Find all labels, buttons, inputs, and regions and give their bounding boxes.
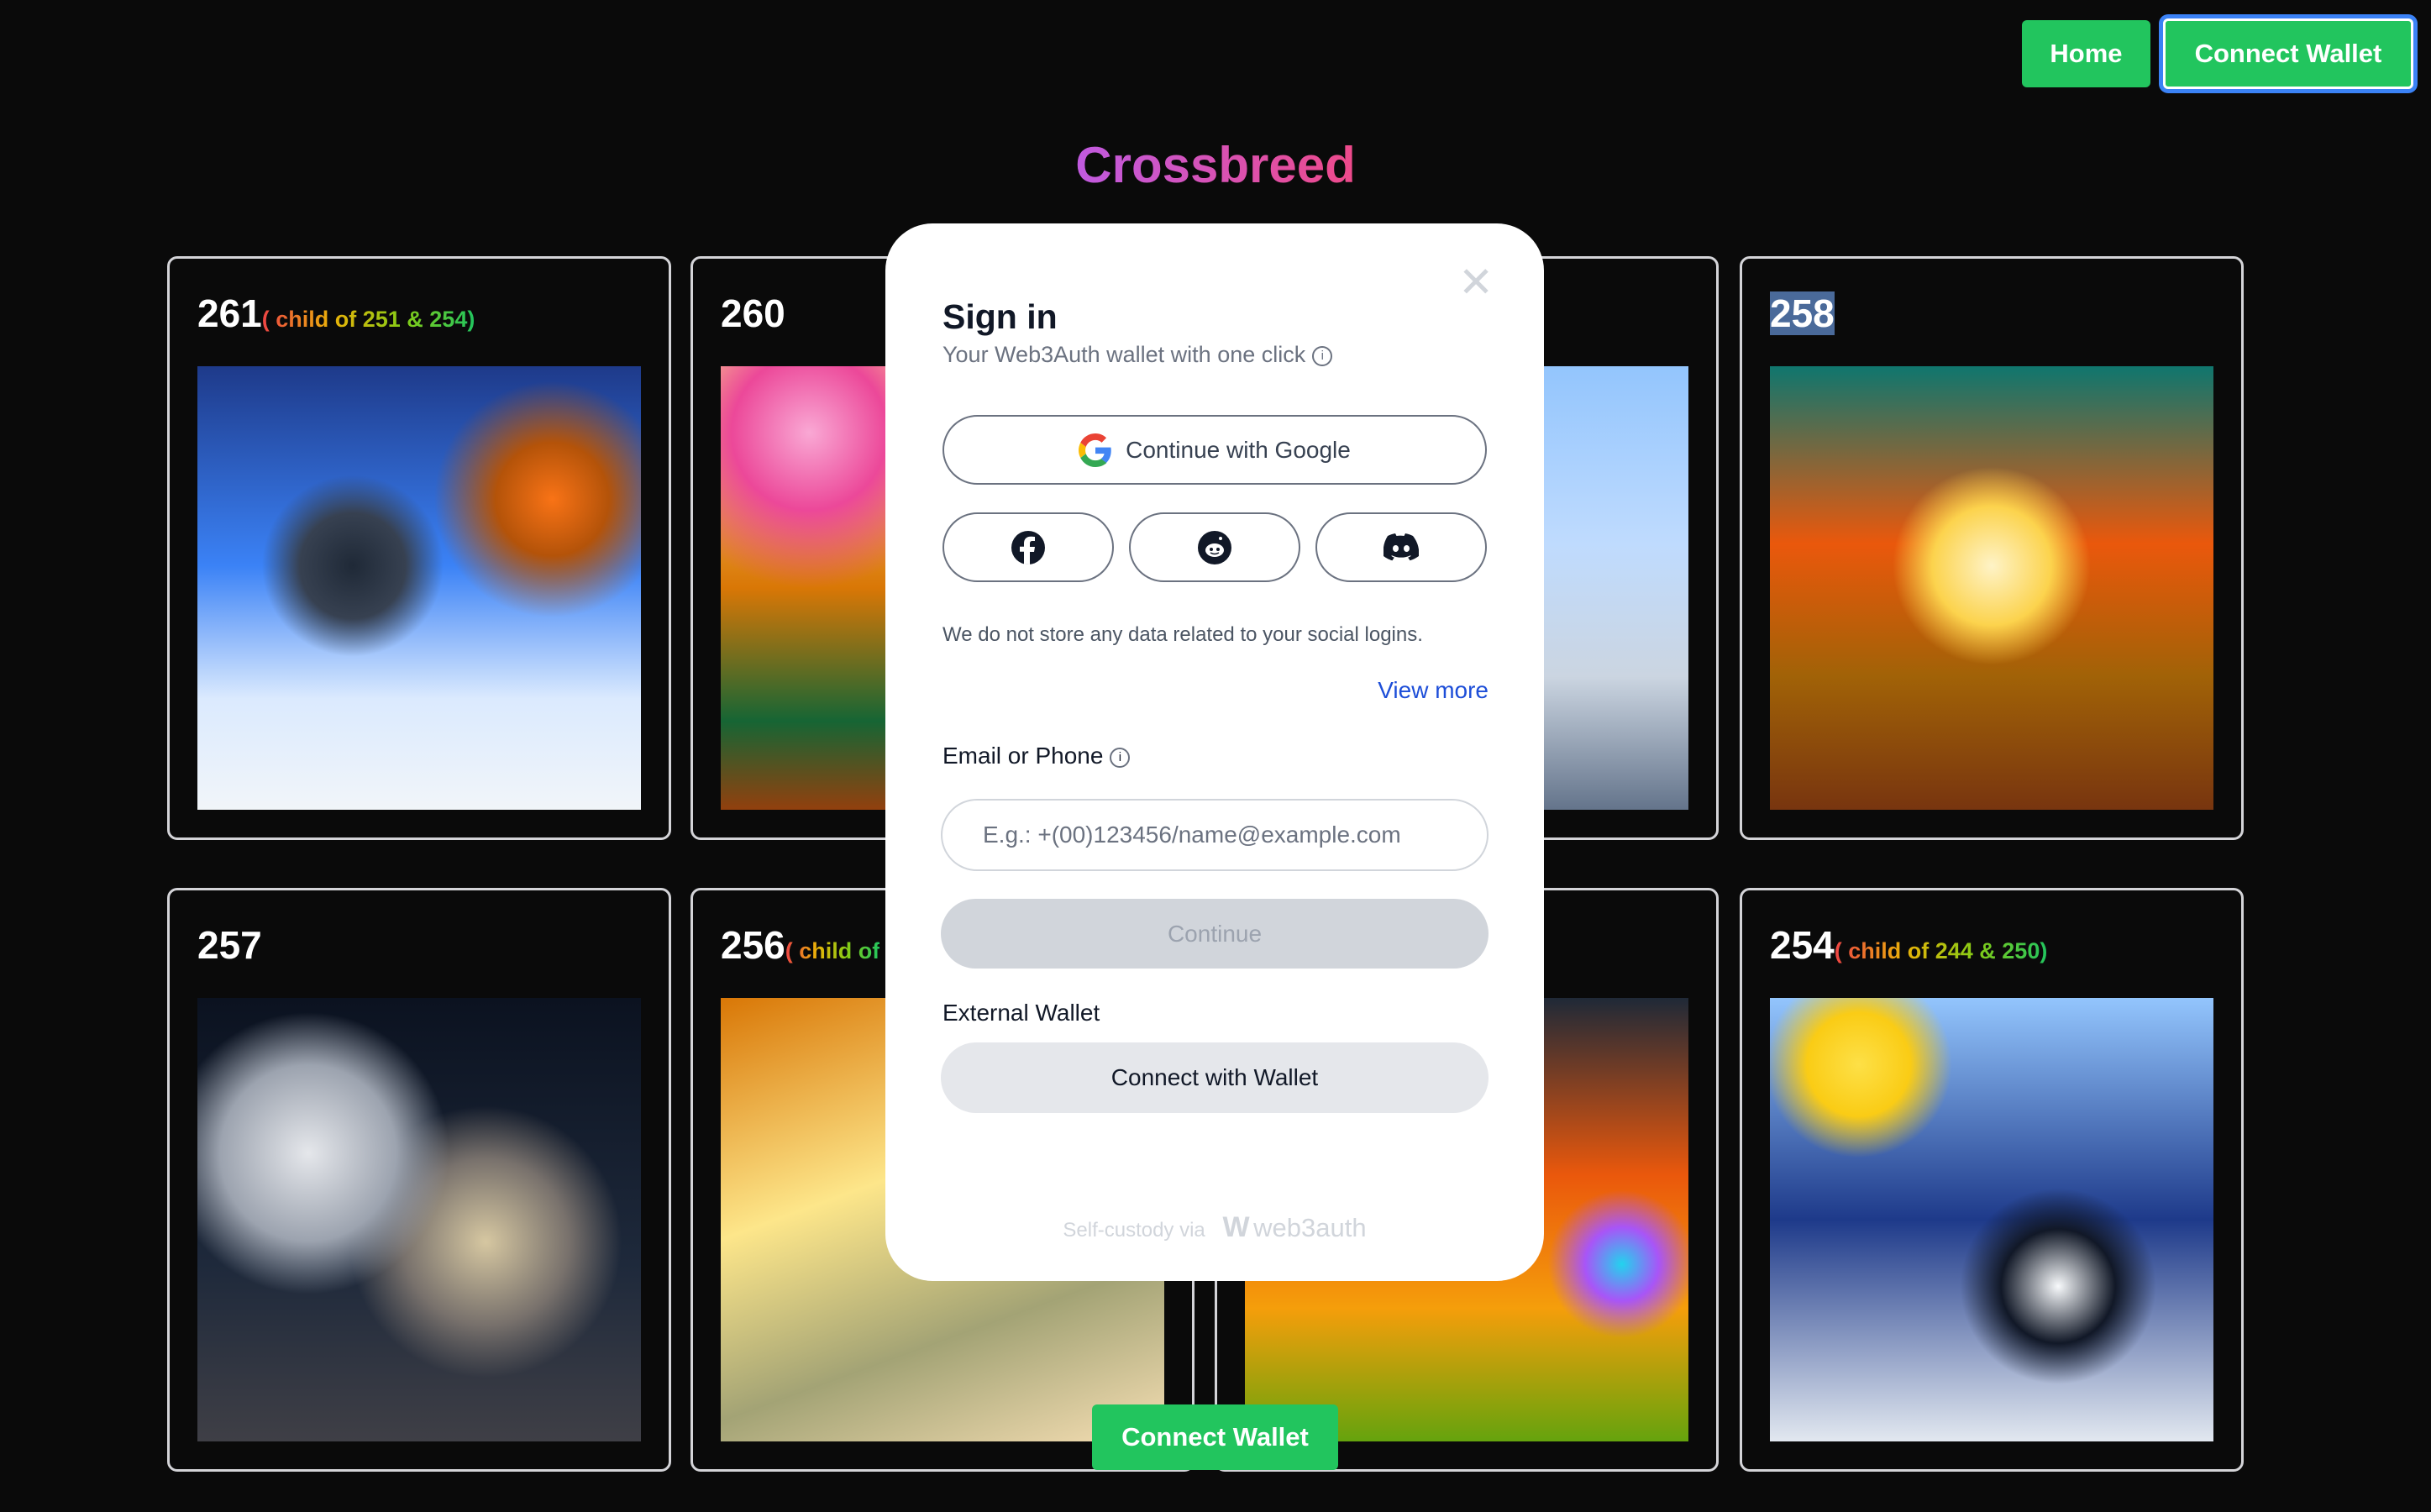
web3auth-logo: W web3auth	[1222, 1211, 1367, 1243]
nft-card-254[interactable]: 254( child of 244 & 250)	[1740, 888, 2244, 1472]
close-icon[interactable]: ✕	[1458, 261, 1494, 303]
sign-in-modal: ✕ Sign in Your Web3Auth wallet with one …	[885, 223, 1544, 1281]
modal-footer: Self-custody via W web3auth	[885, 1211, 1544, 1244]
nft-image[interactable]	[197, 366, 641, 810]
card-parents: ( child of	[785, 938, 880, 963]
privacy-disclaimer: We do not store any data related to your…	[942, 623, 1423, 646]
nft-image[interactable]	[1770, 998, 2213, 1441]
continue-with-google-button[interactable]: Continue with Google	[942, 415, 1487, 485]
facebook-login-button[interactable]	[942, 512, 1114, 582]
page-title-text: Crossbreed	[1075, 137, 1356, 193]
info-icon[interactable]: i	[1312, 345, 1333, 366]
connect-wallet-button[interactable]: Connect Wallet	[2163, 18, 2413, 89]
card-label: 256( child of	[721, 922, 879, 968]
external-wallet-label: External Wallet	[942, 1000, 1100, 1026]
footer-brand: web3auth	[1253, 1213, 1367, 1242]
card-number: 257	[197, 923, 262, 967]
card-label: 260	[721, 291, 785, 336]
discord-login-button[interactable]	[1315, 512, 1487, 582]
nft-card-257[interactable]: 257	[167, 888, 671, 1472]
page-title: Crossbreed	[0, 136, 2431, 194]
email-label-text: Email or Phone	[942, 743, 1104, 769]
web3auth-w-icon: W	[1222, 1211, 1249, 1243]
card-number: 261	[197, 291, 262, 335]
home-button[interactable]: Home	[2022, 20, 2150, 87]
nft-card-261[interactable]: 261( child of 251 & 254)	[167, 256, 671, 840]
reddit-login-button[interactable]	[1129, 512, 1300, 582]
footer-text: Self-custody via	[1063, 1219, 1205, 1242]
discord-icon	[1384, 533, 1419, 560]
view-more-link[interactable]: View more	[1378, 677, 1489, 704]
card-number: 256	[721, 923, 785, 967]
modal-subtitle: Your Web3Auth wallet with one click i	[942, 342, 1333, 368]
card-label: 254( child of 244 & 250)	[1770, 922, 2047, 968]
card-number: 260	[721, 291, 785, 335]
facebook-icon	[1011, 530, 1045, 564]
connect-with-wallet-button[interactable]: Connect with Wallet	[941, 1042, 1489, 1113]
info-icon[interactable]: i	[1110, 747, 1131, 768]
card-number: 254	[1770, 923, 1835, 967]
card-label: 258	[1770, 291, 1835, 336]
card-label: 261( child of 251 & 254)	[197, 291, 475, 336]
card-parents: ( child of 251 & 254)	[261, 307, 475, 332]
subtitle-text: Your Web3Auth wallet with one click	[942, 342, 1306, 367]
nft-image[interactable]	[197, 998, 641, 1441]
reddit-icon	[1198, 530, 1231, 564]
google-label: Continue with Google	[1126, 436, 1351, 463]
card-number: 258	[1770, 291, 1835, 335]
google-icon	[1079, 433, 1111, 467]
card-parents: ( child of 244 & 250)	[1834, 938, 2048, 963]
nft-card-258[interactable]: 258	[1740, 256, 2244, 840]
card-label: 257	[197, 922, 262, 968]
connect-wallet-bottom-button[interactable]: Connect Wallet	[1092, 1404, 1338, 1470]
email-label: Email or Phone i	[942, 743, 1131, 769]
modal-title: Sign in	[942, 297, 1058, 336]
nft-image[interactable]	[1770, 366, 2213, 810]
email-or-phone-input[interactable]	[941, 799, 1489, 871]
continue-button[interactable]: Continue	[941, 899, 1489, 969]
